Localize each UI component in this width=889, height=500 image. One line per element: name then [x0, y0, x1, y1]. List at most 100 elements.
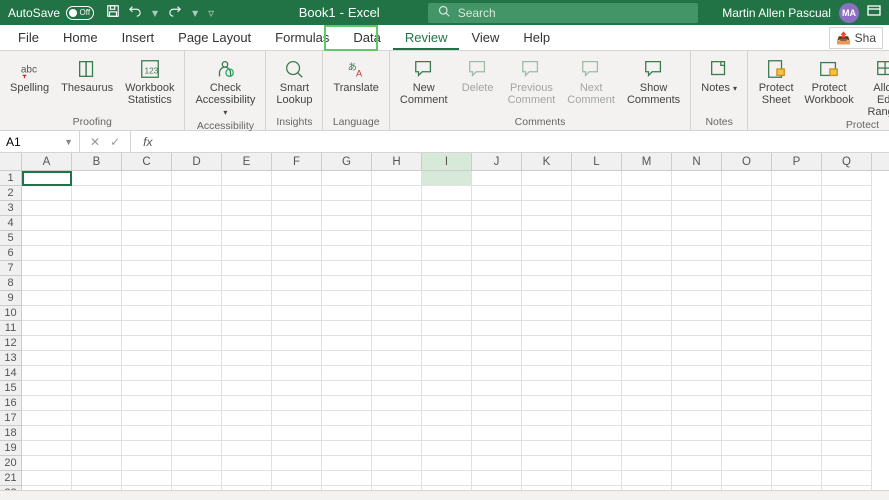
cell[interactable] — [222, 261, 272, 276]
cell[interactable] — [672, 171, 722, 186]
allow-edit-ranges-button[interactable]: Allow EditRanges — [860, 53, 889, 118]
cell[interactable] — [472, 186, 522, 201]
cell[interactable] — [372, 381, 422, 396]
column-header-P[interactable]: P — [772, 153, 822, 170]
cell[interactable] — [622, 336, 672, 351]
cell[interactable] — [122, 216, 172, 231]
cell[interactable] — [122, 441, 172, 456]
cell[interactable] — [422, 321, 472, 336]
cell[interactable] — [722, 411, 772, 426]
autosave-toggle[interactable]: AutoSave Off — [8, 6, 94, 20]
cell[interactable] — [672, 246, 722, 261]
cell[interactable] — [622, 216, 672, 231]
cell[interactable] — [172, 231, 222, 246]
show-comments-button[interactable]: ShowComments — [623, 53, 684, 115]
cell[interactable] — [222, 396, 272, 411]
cell[interactable] — [822, 411, 872, 426]
cell[interactable] — [472, 246, 522, 261]
cell[interactable] — [222, 171, 272, 186]
cell[interactable] — [822, 261, 872, 276]
cell[interactable] — [572, 246, 622, 261]
tab-insert[interactable]: Insert — [110, 26, 167, 50]
cell[interactable] — [322, 456, 372, 471]
cell[interactable] — [22, 456, 72, 471]
cell[interactable] — [472, 231, 522, 246]
cell[interactable] — [222, 231, 272, 246]
cell[interactable] — [172, 471, 222, 486]
cell[interactable] — [172, 411, 222, 426]
cell[interactable] — [772, 381, 822, 396]
cell[interactable] — [72, 351, 122, 366]
cell[interactable] — [722, 456, 772, 471]
cell[interactable] — [822, 246, 872, 261]
cell[interactable] — [222, 366, 272, 381]
cell[interactable] — [222, 441, 272, 456]
cell[interactable] — [422, 441, 472, 456]
cell[interactable] — [522, 396, 572, 411]
cell[interactable] — [472, 201, 522, 216]
cell[interactable] — [322, 321, 372, 336]
cell[interactable] — [322, 276, 372, 291]
row-header-9[interactable]: 9 — [0, 291, 21, 306]
cell[interactable] — [22, 306, 72, 321]
fx-icon[interactable]: fx — [137, 135, 152, 149]
cell[interactable] — [122, 306, 172, 321]
cell[interactable] — [822, 231, 872, 246]
cell[interactable] — [572, 291, 622, 306]
cell[interactable] — [172, 246, 222, 261]
cell[interactable] — [722, 216, 772, 231]
cell[interactable] — [572, 321, 622, 336]
redo-icon[interactable] — [168, 5, 182, 20]
cell[interactable] — [672, 366, 722, 381]
cell[interactable] — [322, 381, 372, 396]
cell[interactable] — [472, 291, 522, 306]
cell[interactable] — [722, 351, 772, 366]
cell[interactable] — [322, 261, 372, 276]
cell[interactable] — [422, 261, 472, 276]
cell[interactable] — [772, 411, 822, 426]
cell[interactable] — [172, 336, 222, 351]
cell[interactable] — [622, 351, 672, 366]
cell[interactable] — [722, 261, 772, 276]
cell[interactable] — [272, 246, 322, 261]
redo-dropdown-icon[interactable]: ▾ — [192, 6, 198, 20]
cell[interactable] — [672, 186, 722, 201]
column-header-I[interactable]: I — [422, 153, 472, 170]
cell[interactable] — [222, 246, 272, 261]
cell[interactable] — [722, 306, 772, 321]
cell[interactable] — [522, 336, 572, 351]
cell[interactable] — [122, 366, 172, 381]
cell[interactable] — [222, 381, 272, 396]
cell[interactable] — [422, 216, 472, 231]
cell[interactable] — [372, 186, 422, 201]
cell[interactable] — [172, 456, 222, 471]
cell[interactable] — [572, 396, 622, 411]
cell[interactable] — [272, 471, 322, 486]
cell[interactable] — [72, 426, 122, 441]
cell[interactable] — [672, 306, 722, 321]
cell[interactable] — [522, 471, 572, 486]
row-header-12[interactable]: 12 — [0, 336, 21, 351]
cell[interactable] — [822, 171, 872, 186]
cell[interactable] — [572, 186, 622, 201]
cell[interactable] — [422, 246, 472, 261]
cell[interactable] — [222, 321, 272, 336]
cell[interactable] — [72, 471, 122, 486]
cell[interactable] — [522, 216, 572, 231]
cell[interactable] — [172, 171, 222, 186]
cell[interactable] — [372, 171, 422, 186]
cell[interactable] — [122, 321, 172, 336]
cell[interactable] — [122, 396, 172, 411]
cell[interactable] — [122, 426, 172, 441]
cell[interactable] — [472, 381, 522, 396]
cell[interactable] — [522, 411, 572, 426]
cell[interactable] — [822, 456, 872, 471]
cell[interactable] — [622, 186, 672, 201]
cell[interactable] — [372, 276, 422, 291]
cell[interactable] — [72, 411, 122, 426]
column-header-K[interactable]: K — [522, 153, 572, 170]
cell[interactable] — [72, 321, 122, 336]
cell[interactable] — [272, 381, 322, 396]
cell[interactable] — [472, 276, 522, 291]
cell[interactable] — [422, 231, 472, 246]
